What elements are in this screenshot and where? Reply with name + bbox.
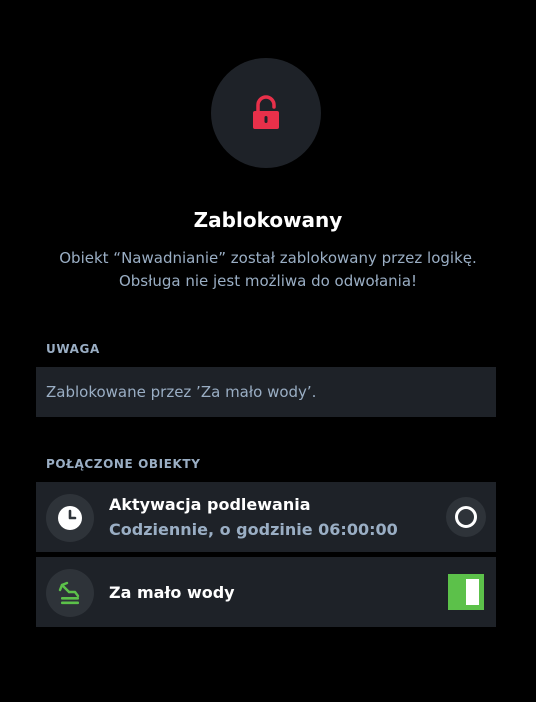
connected-item-activation[interactable]: Aktywacja podlewania Codziennie, o godzi… — [36, 482, 496, 552]
connected-item-subtitle: Codziennie, o godzinie 06:00:00 — [109, 520, 398, 539]
activation-action-button[interactable] — [446, 497, 486, 537]
description-line-1: Obiekt “Nawadnianie” został zablokowany … — [59, 249, 477, 267]
clock-icon-wrapper — [46, 494, 94, 542]
connected-section-label: POŁĄCZONE OBIEKTY — [46, 457, 201, 471]
clock-icon — [58, 506, 82, 530]
water-level-icon-wrapper — [46, 569, 94, 617]
lock-icon — [253, 95, 279, 129]
page-title: Zablokowany — [193, 208, 343, 232]
connected-item-low-water[interactable]: Za mało wody — [36, 557, 496, 627]
note-text: Zablokowane przez ’Za mało wody’. — [46, 383, 317, 401]
water-level-icon — [58, 581, 80, 605]
note-box: Zablokowane przez ’Za mało wody’. — [36, 367, 496, 417]
lock-status-circle — [211, 58, 321, 168]
note-section-label: UWAGA — [46, 342, 100, 356]
lock-description: Obiekt “Nawadnianie” został zablokowany … — [20, 247, 516, 293]
description-line-2: Obsługa nie jest możliwa do odwołania! — [118, 272, 418, 290]
circle-icon — [455, 506, 477, 528]
low-water-toggle[interactable] — [448, 574, 484, 610]
toggle-knob — [466, 579, 479, 605]
connected-item-title: Aktywacja podlewania — [109, 495, 311, 514]
connected-item-title: Za mało wody — [109, 583, 235, 602]
